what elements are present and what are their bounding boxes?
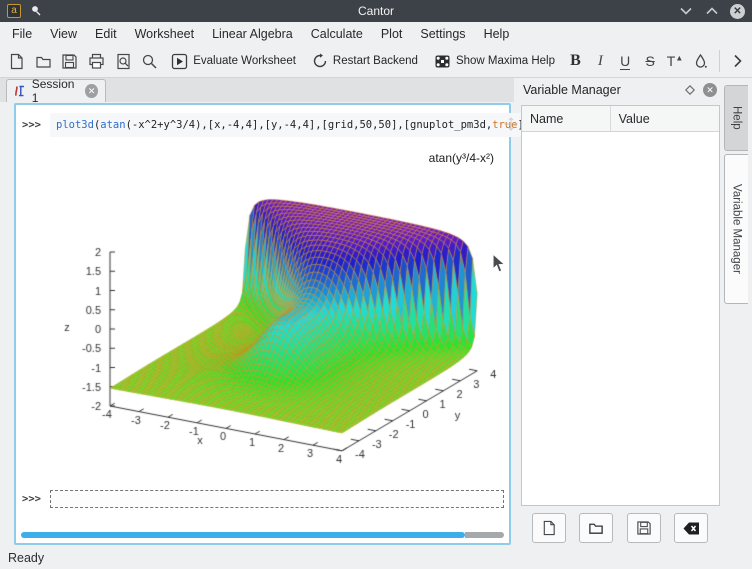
menu-item-linear-algebra[interactable]: Linear Algebra: [203, 24, 302, 44]
restart-backend-label: Restart Backend: [333, 55, 418, 67]
print-button[interactable]: [85, 49, 108, 74]
empty-entry-row: >>>: [22, 488, 504, 510]
print-preview-button[interactable]: [112, 49, 135, 74]
session-tabbar: Session 1 ✕: [0, 78, 514, 102]
variable-manager-panel: Variable Manager ✕ Name Value: [518, 78, 722, 547]
variable-manager-buttons: [518, 513, 722, 543]
side-tab-help[interactable]: Help: [724, 85, 748, 151]
menu-item-view[interactable]: View: [41, 24, 86, 44]
variables-table-header: Name Value: [522, 106, 719, 132]
window-title: Cantor: [127, 4, 625, 18]
open-file-button[interactable]: [32, 49, 55, 74]
side-tab-variable-manager[interactable]: Variable Manager: [724, 154, 748, 304]
variable-manager-title: Variable Manager: [523, 83, 621, 97]
prompt: >>>: [22, 493, 50, 505]
move-icon[interactable]: [504, 117, 518, 131]
italic-button[interactable]: I: [590, 53, 611, 70]
command-code: plot3d(atan(-x^2+y^3/4),[x,-4,4],[y,-4,4…: [56, 119, 536, 131]
find-button[interactable]: [139, 49, 162, 74]
superscript-button[interactable]: T▲: [665, 53, 686, 69]
menu-item-help[interactable]: Help: [475, 24, 519, 44]
code-segment: atan: [100, 119, 125, 131]
plot3d-canvas: [24, 141, 512, 489]
toolbar-overflow-button[interactable]: [727, 49, 747, 74]
float-panel-icon[interactable]: [685, 85, 695, 95]
minimize-button[interactable]: [678, 3, 694, 19]
clear-variables-button[interactable]: [674, 513, 708, 543]
toolbar-separator: [719, 50, 720, 72]
code-segment: (-x^2+y^3/4),[x,-4,4],[y,-4,4],[grid,50,…: [126, 119, 493, 131]
command-input[interactable]: plot3d(atan(-x^2+y^3/4),[x,-4,4],[y,-4,4…: [50, 113, 542, 137]
toolbar: Evaluate Worksheet Restart Backend Show …: [0, 45, 752, 78]
show-maxima-help-button[interactable]: Show Maxima Help: [428, 49, 561, 74]
column-header-name[interactable]: Name: [522, 106, 611, 131]
tab-close-icon[interactable]: ✕: [85, 84, 98, 98]
worksheet[interactable]: >>> plot3d(atan(-x^2+y^3/4),[x,-4,4],[y,…: [14, 103, 511, 545]
save-variables-button[interactable]: [627, 513, 661, 543]
restart-icon: [312, 53, 328, 69]
menu-item-edit[interactable]: Edit: [86, 24, 126, 44]
panel-close-icon[interactable]: ✕: [703, 83, 717, 97]
bold-button[interactable]: B: [565, 52, 586, 70]
menu-item-plot[interactable]: Plot: [372, 24, 412, 44]
menu-item-worksheet[interactable]: Worksheet: [126, 24, 204, 44]
tab-session-1[interactable]: Session 1 ✕: [6, 79, 106, 102]
evaluate-icon: [171, 53, 188, 70]
mouse-cursor: [492, 253, 506, 274]
plot-title: atan(y³/4-x²): [429, 151, 494, 165]
cantor-window: a Cantor ✕ FileViewEditWorksheetLinear A…: [0, 0, 752, 569]
restart-backend-button[interactable]: Restart Backend: [306, 49, 424, 74]
variables-table: Name Value: [521, 105, 720, 506]
prompt: >>>: [22, 119, 50, 131]
column-header-value[interactable]: Value: [611, 106, 650, 131]
pin-icon[interactable]: [30, 5, 42, 17]
load-variables-button[interactable]: [579, 513, 613, 543]
underline-button[interactable]: U: [615, 53, 636, 69]
titlebar: a Cantor ✕: [0, 0, 752, 22]
menu-item-calculate[interactable]: Calculate: [302, 24, 372, 44]
new-variables-button[interactable]: [532, 513, 566, 543]
scrollbar-handle[interactable]: [21, 532, 465, 538]
show-maxima-help-label: Show Maxima Help: [456, 55, 555, 67]
command-entry-row: >>> plot3d(atan(-x^2+y^3/4),[x,-4,4],[y,…: [22, 112, 504, 137]
code-segment: plot3d: [56, 119, 94, 131]
maximize-button[interactable]: [704, 3, 720, 19]
evaluate-worksheet-label: Evaluate Worksheet: [193, 55, 296, 67]
status-text: Ready: [8, 551, 44, 565]
menubar: FileViewEditWorksheetLinear AlgebraCalcu…: [0, 22, 752, 45]
maxima-icon: [14, 85, 26, 98]
session-tab-label: Session 1: [32, 77, 80, 105]
scrollbar-track[interactable]: [465, 532, 504, 538]
plot3d-output: atan(y³/4-x²): [24, 141, 512, 489]
app-icon: a: [7, 4, 21, 18]
menu-item-settings[interactable]: Settings: [411, 24, 474, 44]
close-button[interactable]: ✕: [730, 4, 745, 19]
statusbar: Ready: [0, 547, 752, 569]
variable-manager-header: Variable Manager ✕: [518, 78, 722, 102]
maxima-help-icon: [434, 53, 451, 70]
horizontal-scrollbar[interactable]: [21, 532, 504, 538]
save-button[interactable]: [58, 49, 81, 74]
strikethrough-button[interactable]: S: [640, 53, 661, 69]
evaluate-worksheet-button[interactable]: Evaluate Worksheet: [165, 49, 302, 74]
new-command-input[interactable]: [50, 490, 504, 508]
menu-item-file[interactable]: File: [3, 24, 41, 44]
new-document-button[interactable]: [5, 49, 28, 74]
text-color-button[interactable]: [689, 49, 712, 74]
